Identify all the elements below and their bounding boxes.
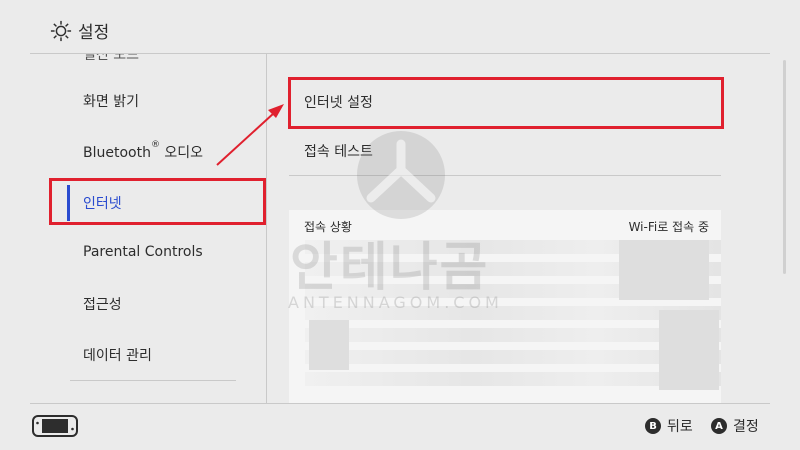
confirm-button[interactable]: A 결정 — [711, 416, 759, 436]
a-button-icon: A — [711, 418, 727, 434]
b-button-icon: B — [645, 418, 661, 434]
back-label: 뒤로 — [667, 419, 693, 435]
console-icon — [32, 415, 78, 437]
footer: B 뒤로 A 결정 — [0, 404, 800, 450]
confirm-label: 결정 — [733, 419, 759, 435]
annotation-arrow-icon — [216, 104, 284, 166]
back-button[interactable]: B 뒤로 — [645, 416, 693, 436]
